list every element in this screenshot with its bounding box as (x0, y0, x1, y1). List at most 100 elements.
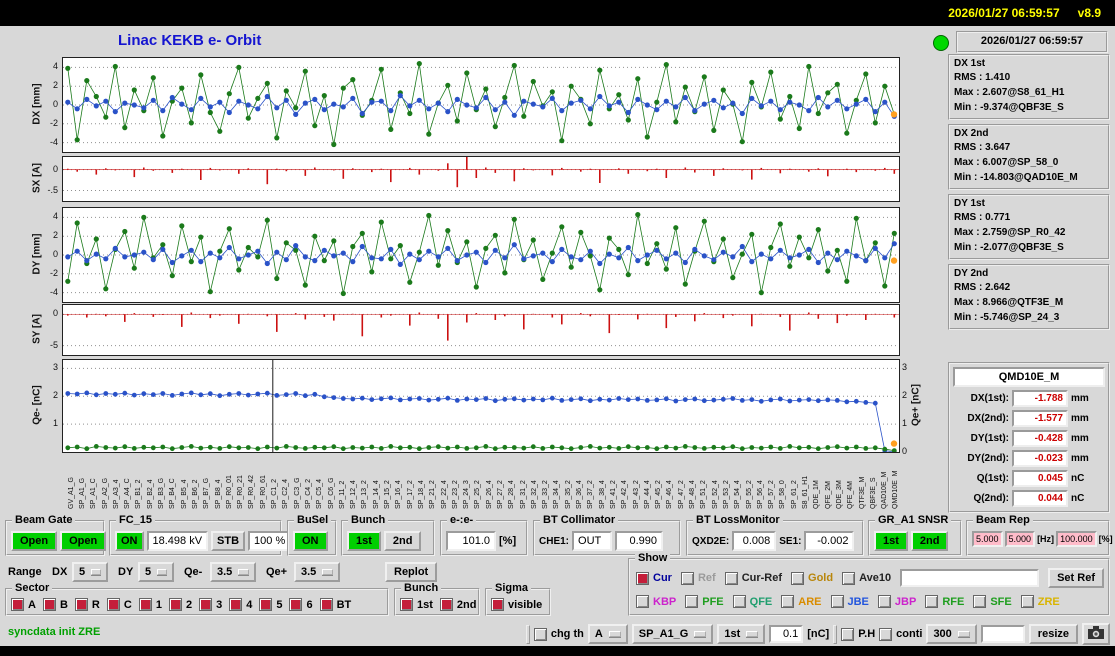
checkbox-item-sfe[interactable]: SFE (973, 595, 1012, 608)
checkbox-item-pfe[interactable]: PFE (685, 595, 724, 608)
spare-input[interactable] (980, 625, 1025, 643)
checkbox-item-5[interactable]: 5 (259, 598, 282, 611)
beam-gate-open-button-2[interactable]: Open (60, 531, 107, 551)
1st-checkbox[interactable] (400, 598, 413, 611)
bpm-row-unit: nC (1071, 493, 1085, 504)
checkbox-item-3[interactable]: 3 (199, 598, 222, 611)
count-select[interactable]: 300 (926, 624, 977, 644)
ee-ratio-field[interactable]: 101.0 (446, 531, 496, 551)
bpm-label: SP_12_4 (350, 480, 358, 509)
range-dy-select[interactable]: 5 (138, 562, 174, 582)
checkbox-item-c[interactable]: C (106, 598, 132, 611)
checkbox-item-qfe[interactable]: QFE (732, 595, 772, 608)
checkbox-item-are[interactable]: ARE (781, 595, 822, 608)
gr-a1-2nd-button[interactable]: 2nd (910, 531, 949, 551)
chg-th-checkbox[interactable] (533, 627, 547, 641)
checkbox-item-jbe[interactable]: JBE (830, 595, 869, 608)
checkbox-item-zre[interactable]: ZRE (1020, 595, 1060, 608)
resize-button[interactable]: resize (1028, 624, 1078, 644)
checkbox-item-rfe[interactable]: RFE (925, 595, 964, 608)
bunch-select[interactable]: 1st (717, 624, 766, 644)
bpm-label: SP_C5_4 (316, 479, 324, 509)
checkbox-item-2nd[interactable]: 2nd (439, 598, 476, 611)
checkbox-item-jbp[interactable]: JBP (877, 595, 916, 608)
ave10-checkbox[interactable] (842, 571, 856, 585)
mode-select[interactable]: A (587, 624, 628, 644)
bpm-select[interactable]: SP_A1_G (631, 624, 714, 644)
bpm-row-unit: mm (1071, 433, 1089, 444)
kbp-checkbox[interactable] (636, 595, 649, 608)
fc15-on-button[interactable]: ON (115, 531, 144, 551)
checkbox-item-6[interactable]: 6 (289, 598, 313, 611)
dx-tick-0: 0 (52, 99, 58, 109)
jbe-checkbox[interactable] (830, 595, 844, 608)
ph-label: P.H (858, 628, 876, 640)
range-qem-select[interactable]: 3.5 (210, 562, 256, 582)
visible-checkbox[interactable] (491, 598, 504, 611)
zre-checkbox[interactable] (1020, 595, 1034, 608)
checkbox-item-kbp[interactable]: KBP (636, 595, 676, 608)
1-checkbox[interactable] (138, 598, 152, 611)
rfe-checkbox[interactable] (925, 595, 939, 608)
checkbox-item-cur[interactable]: Cur (636, 571, 672, 585)
r-checkbox-label: R (91, 598, 100, 611)
checkbox-item-1st[interactable]: 1st (400, 598, 433, 611)
chg-th-checkbox-item[interactable]: chg th (533, 627, 584, 641)
b-checkbox[interactable] (42, 598, 56, 611)
cur-ref-checkbox[interactable] (724, 571, 738, 585)
conti-checkbox-item[interactable]: conti (879, 627, 922, 641)
checkbox-item-2[interactable]: 2 (168, 598, 192, 611)
range-qep-select[interactable]: 3.5 (294, 562, 340, 582)
checkbox-item-1[interactable]: 1 (138, 598, 162, 611)
ph-checkbox[interactable] (841, 627, 855, 641)
are-checkbox[interactable] (781, 595, 795, 608)
ref-checkbox[interactable] (680, 571, 694, 585)
checkbox-item-bt[interactable]: BT (319, 598, 351, 611)
2-checkbox[interactable] (168, 598, 182, 611)
dy-tick--2: -2 (49, 267, 58, 278)
bt-collimator-group: BT Collimator CHE1: OUT 0.990 (533, 514, 681, 556)
jbp-checkbox[interactable] (877, 595, 891, 608)
qfe-checkbox[interactable] (732, 595, 746, 608)
bunch-2nd-button[interactable]: 2nd (383, 531, 422, 551)
fc15-stb-button[interactable]: STB (211, 531, 246, 551)
range-qem-value: 3.5 (217, 566, 233, 578)
checkbox-item-cur-ref[interactable]: Cur-Ref (724, 571, 782, 585)
busel-on-button[interactable]: ON (293, 531, 328, 551)
set-ref-button[interactable]: Set Ref (1048, 568, 1104, 588)
snapshot-button[interactable] (1082, 623, 1110, 645)
checkbox-item-ref[interactable]: Ref (680, 571, 716, 585)
2nd-checkbox[interactable] (439, 598, 453, 611)
checkbox-item-b[interactable]: B (42, 598, 68, 611)
bpm-label: SP_C4_2 (304, 479, 312, 509)
replot-button[interactable]: Replot (385, 562, 438, 582)
gr-a1-1st-button[interactable]: 1st (874, 531, 908, 551)
cur-checkbox[interactable] (636, 571, 649, 585)
c-checkbox[interactable] (106, 598, 120, 611)
4-checkbox[interactable] (229, 598, 243, 611)
r-checkbox[interactable] (74, 598, 88, 611)
range-dx-select[interactable]: 5 (72, 562, 108, 582)
conti-checkbox[interactable] (879, 627, 893, 641)
checkbox-item-r[interactable]: R (74, 598, 100, 611)
pfe-checkbox[interactable] (685, 595, 699, 608)
gold-checkbox[interactable] (791, 571, 805, 585)
bunch-1st-button[interactable]: 1st (347, 531, 381, 551)
checkbox-item-a[interactable]: A (11, 598, 36, 611)
checkbox-item-visible[interactable]: visible (491, 598, 542, 611)
3-checkbox[interactable] (199, 598, 213, 611)
ph-checkbox-item[interactable]: P.H (841, 627, 876, 641)
a-checkbox[interactable] (11, 598, 24, 611)
bpm-label: QDE_3M (835, 480, 843, 509)
threshold-input[interactable] (769, 625, 804, 643)
sfe-checkbox[interactable] (973, 595, 987, 608)
6-checkbox[interactable] (289, 598, 303, 611)
ref-name-input[interactable] (900, 569, 1040, 587)
bt-checkbox[interactable] (319, 598, 333, 611)
beam-gate-open-button-1[interactable]: Open (11, 531, 58, 551)
checkbox-item-4[interactable]: 4 (229, 598, 252, 611)
checkbox-item-ave10[interactable]: Ave10 (842, 571, 891, 585)
checkbox-item-gold[interactable]: Gold (791, 571, 833, 585)
bpm-row-label: DX(1st): (970, 393, 1009, 404)
5-checkbox[interactable] (259, 598, 273, 611)
